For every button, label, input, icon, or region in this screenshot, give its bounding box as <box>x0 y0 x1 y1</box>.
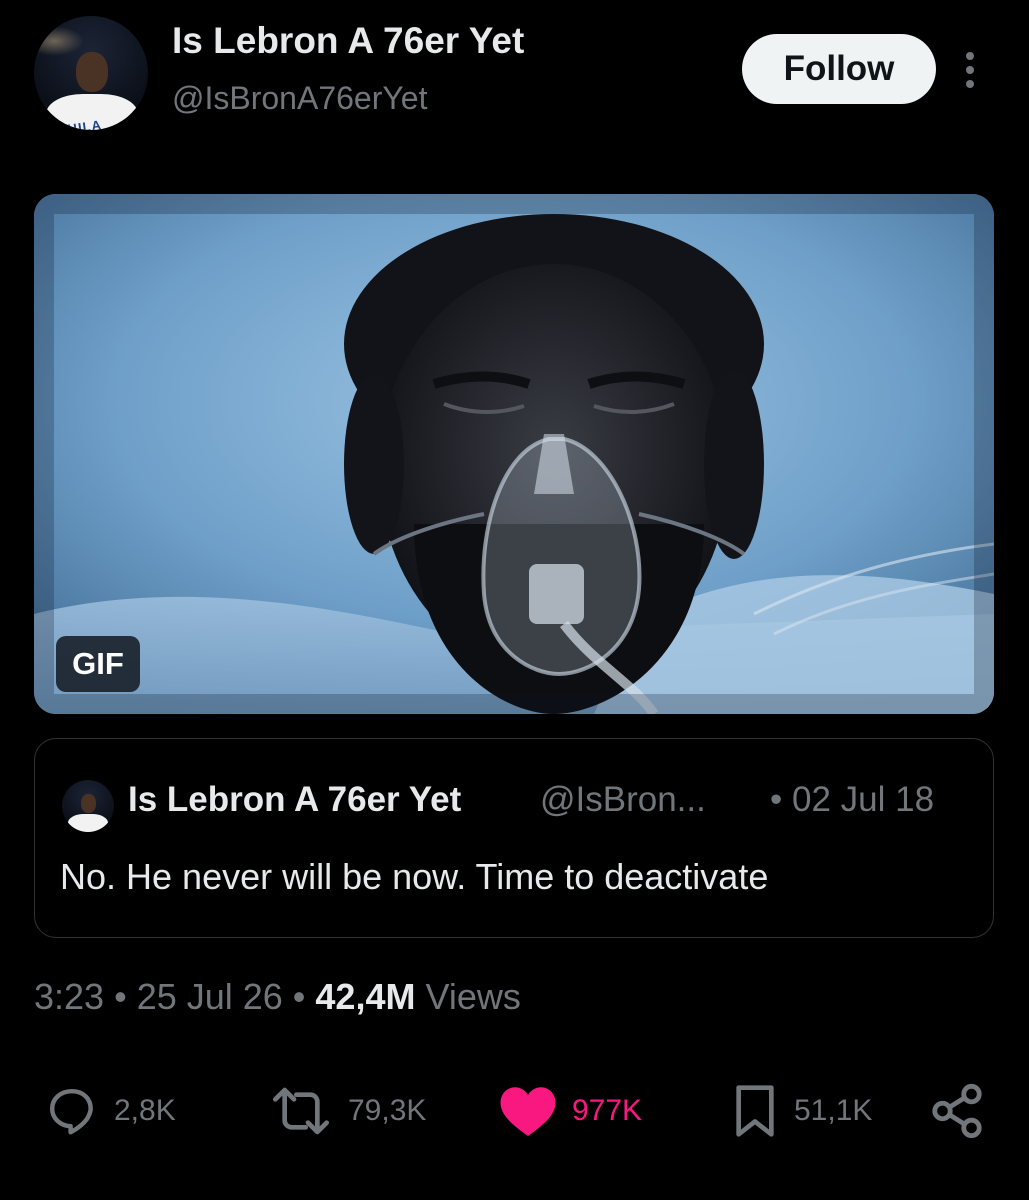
tweet-date[interactable]: 25 Jul 26 <box>137 976 283 1017</box>
meta-separator: • <box>282 976 316 1017</box>
share-action[interactable] <box>928 1080 986 1142</box>
quoted-author-avatar <box>62 780 114 832</box>
views-label: Views <box>415 976 521 1017</box>
author-display-name[interactable]: Is Lebron A 76er Yet <box>172 20 524 62</box>
reply-action[interactable]: 2,8K <box>44 1080 176 1142</box>
repost-count: 79,3K <box>348 1094 427 1127</box>
bookmark-action[interactable]: 51,1K <box>730 1080 872 1142</box>
avatar-jersey <box>68 814 108 832</box>
author-handle[interactable]: @IsBronA76erYet <box>172 80 427 117</box>
tweet-time[interactable]: 3:23 <box>34 976 104 1017</box>
reply-icon <box>49 1088 93 1135</box>
quoted-author-handle: @IsBron... <box>540 780 706 819</box>
tweet-meta: 3:23 • 25 Jul 26 • 42,4M Views <box>34 976 521 1018</box>
gif-frame-illustration <box>34 194 994 714</box>
quoted-tweet-date: • 02 Jul 18 <box>770 780 935 819</box>
follow-button[interactable]: Follow <box>742 34 936 104</box>
tweet-media-gif[interactable] <box>34 194 994 714</box>
meta-separator: • <box>104 976 137 1017</box>
quoted-tweet-text: No. He never will be now. Time to deacti… <box>60 856 769 897</box>
avatar-head <box>81 794 96 813</box>
quoted-tweet-card[interactable] <box>34 738 994 938</box>
bookmark-icon <box>736 1085 774 1137</box>
more-vertical-icon[interactable] <box>958 48 982 92</box>
like-icon <box>500 1087 556 1136</box>
avatar-background <box>34 26 84 56</box>
repost-icon <box>273 1087 329 1135</box>
views-count: 42,4M <box>315 976 416 1017</box>
like-count: 977K <box>572 1094 643 1127</box>
repost-action[interactable]: 79,3K <box>268 1080 426 1142</box>
avatar-head <box>76 52 108 92</box>
reply-count: 2,8K <box>114 1094 176 1127</box>
like-action[interactable]: 977K <box>498 1080 642 1142</box>
bookmark-count: 51,1K <box>794 1094 873 1127</box>
quoted-author-display-name: Is Lebron A 76er Yet <box>128 780 462 819</box>
author-avatar[interactable]: PHILA <box>34 16 148 130</box>
share-icon <box>932 1083 982 1139</box>
gif-badge: GIF <box>56 636 140 692</box>
